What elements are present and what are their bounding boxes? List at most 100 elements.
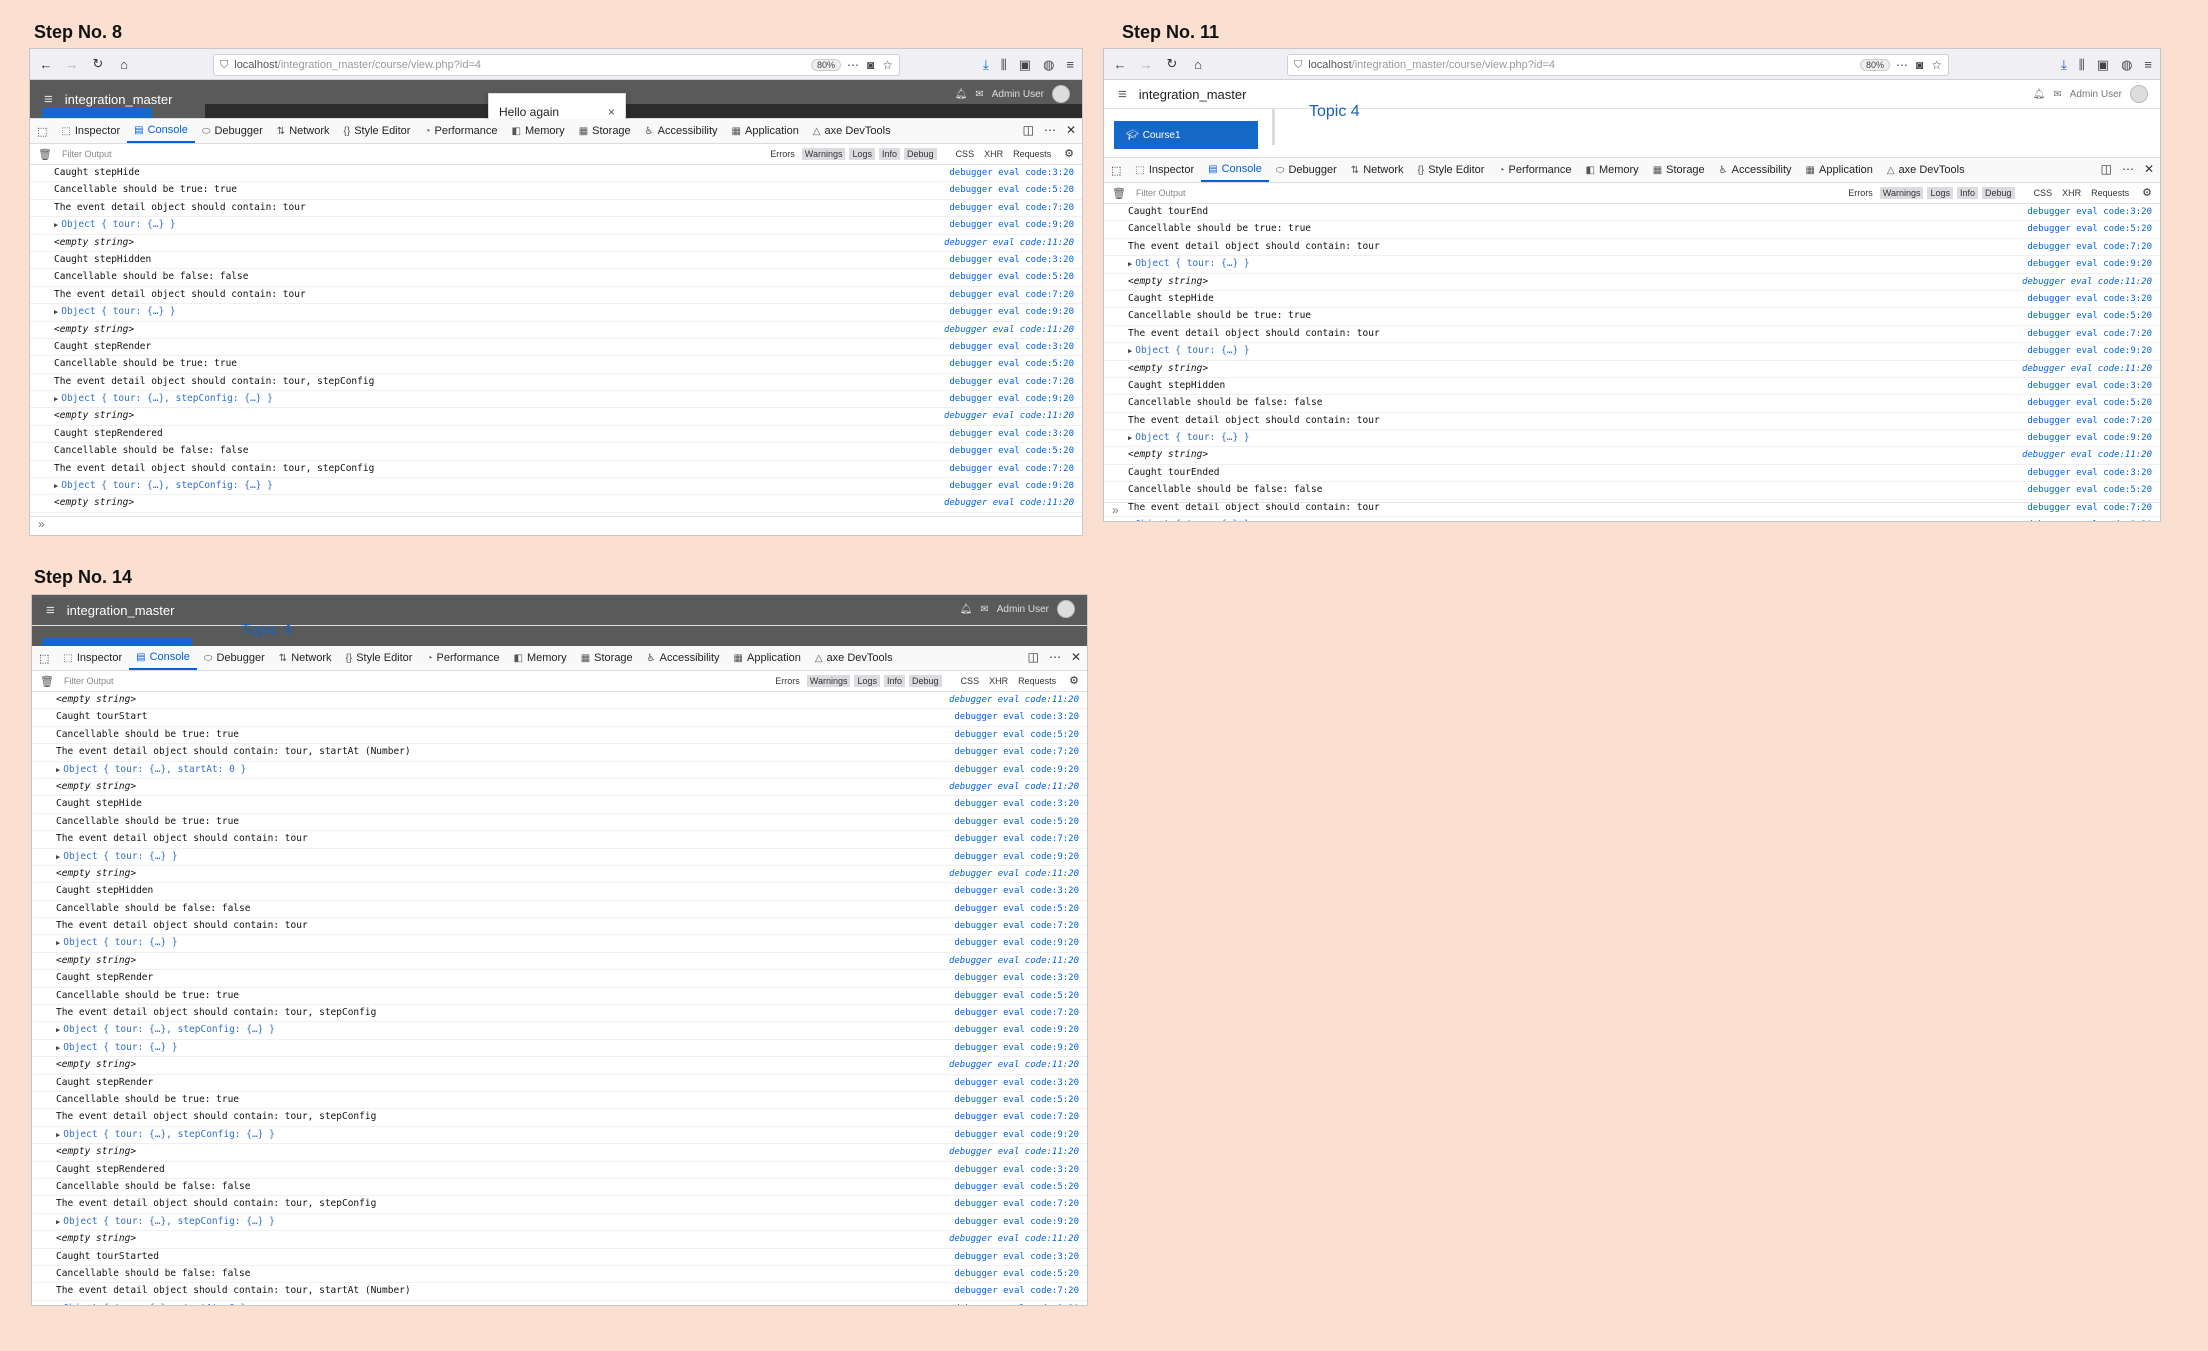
- source-link[interactable]: debugger eval code:9:20: [954, 1214, 1079, 1230]
- source-link[interactable]: debugger eval code:3:20: [954, 883, 1079, 899]
- dock-icon[interactable]: ◫: [1028, 650, 1039, 664]
- source-link[interactable]: debugger eval code:3:20: [954, 970, 1079, 986]
- source-link[interactable]: debugger eval code:9:20: [2027, 430, 2152, 446]
- source-link[interactable]: debugger eval code:3:20: [954, 1249, 1079, 1265]
- download-icon[interactable]: ⤓: [983, 57, 989, 73]
- source-link[interactable]: debugger eval code:11:20: [2022, 274, 2152, 290]
- source-link[interactable]: debugger eval code:9:20: [954, 1022, 1079, 1038]
- menu-icon[interactable]: ≡: [2144, 57, 2152, 73]
- more-options-icon[interactable]: ⋯: [1044, 123, 1056, 137]
- expand-triangle-icon[interactable]: ▶: [1128, 347, 1132, 355]
- console-prompt[interactable]: »: [1104, 502, 2160, 521]
- expand-triangle-icon[interactable]: ▶: [54, 308, 58, 316]
- reload-icon[interactable]: ↻: [88, 54, 108, 74]
- source-link[interactable]: debugger eval code:5:20: [954, 1092, 1079, 1108]
- console-prompt[interactable]: »: [30, 516, 1082, 535]
- back-icon[interactable]: ←: [1110, 54, 1130, 74]
- filter-warnings[interactable]: Warnings: [1879, 186, 1924, 199]
- source-link[interactable]: debugger eval code:7:20: [2027, 326, 2152, 342]
- source-link[interactable]: debugger eval code:9:20: [954, 1040, 1079, 1056]
- filter-info[interactable]: Info: [879, 147, 901, 160]
- console-row[interactable]: ▶ Object { tour: {…}, stepConfig: {…} } de…: [32, 1214, 1087, 1232]
- source-link[interactable]: debugger eval code:7:20: [954, 1196, 1079, 1212]
- close-devtools-icon[interactable]: ✕: [1066, 123, 1076, 137]
- site-name[interactable]: integration_master: [1139, 87, 1247, 102]
- console-row[interactable]: ▶Object { tour: {…} } debugger eval code:…: [1104, 430, 2160, 448]
- source-link[interactable]: debugger eval code:9:20: [954, 935, 1079, 951]
- reload-icon[interactable]: ↻: [1162, 54, 1182, 74]
- settings-gear-icon[interactable]: ⚙: [1069, 674, 1079, 687]
- source-link[interactable]: debugger eval code:3:20: [2027, 378, 2152, 394]
- tab-console[interactable]: ▤ Console: [1201, 158, 1269, 182]
- console-row[interactable]: ▶Object { tour: {…} } debugger eval code:…: [30, 304, 1082, 322]
- source-link[interactable]: debugger eval code:5:20: [954, 814, 1079, 830]
- console-row[interactable]: ▶Object { tour: {…}, startAt: 0 } debugge…: [32, 1301, 1087, 1305]
- source-link[interactable]: debugger eval code:9:20: [954, 1301, 1079, 1305]
- tab-application[interactable]: ▦ Application: [727, 646, 808, 670]
- filter-errors[interactable]: Errors: [1845, 187, 1876, 199]
- source-link[interactable]: debugger eval code:5:20: [949, 443, 1074, 459]
- source-link[interactable]: debugger eval code:5:20: [954, 901, 1079, 917]
- source-link[interactable]: debugger eval code:3:20: [2027, 291, 2152, 307]
- source-link[interactable]: debugger eval code:7:20: [954, 1005, 1079, 1021]
- source-link[interactable]: debugger eval code:11:20: [2022, 447, 2152, 463]
- source-link[interactable]: debugger eval code:9:20: [2027, 343, 2152, 359]
- trash-icon[interactable]: 🗑︎: [38, 148, 52, 161]
- source-link[interactable]: debugger eval code:9:20: [954, 762, 1079, 778]
- console-row[interactable]: ▶Object { tour: {…} } debugger eval code:…: [32, 849, 1087, 866]
- expand-triangle-icon[interactable]: ▶: [56, 1044, 60, 1052]
- source-link[interactable]: debugger eval code:7:20: [954, 1283, 1079, 1299]
- settings-gear-icon[interactable]: ⚙: [2142, 186, 2152, 199]
- expand-triangle-icon[interactable]: ▶: [56, 1218, 60, 1226]
- site-name[interactable]: integration_master: [65, 92, 173, 107]
- console-row[interactable]: ▶ Object { tour: {…}, stepConfig: {…} } de…: [32, 1127, 1087, 1145]
- source-link[interactable]: debugger eval code:7:20: [949, 461, 1074, 477]
- user-name[interactable]: Admin User: [997, 604, 1049, 615]
- source-link[interactable]: debugger eval code:5:20: [949, 356, 1074, 372]
- tab-accessibility[interactable]: ♿︎ Accessibility: [1712, 158, 1799, 182]
- expand-triangle-icon[interactable]: ▶: [1128, 260, 1132, 268]
- close-devtools-icon[interactable]: ✕: [1071, 650, 1081, 664]
- filter-css[interactable]: CSS: [958, 675, 983, 687]
- bell-icon[interactable]: 🔔︎: [960, 604, 973, 615]
- sidebar-item-course1[interactable]: 🎓︎ Course1: [1114, 121, 1258, 149]
- source-link[interactable]: debugger eval code:9:20: [2027, 256, 2152, 272]
- home-icon[interactable]: ⌂: [1188, 54, 1208, 74]
- console-row[interactable]: ▶Object { tour: {…}, startAt: 0 } debugge…: [32, 762, 1087, 779]
- expand-triangle-icon[interactable]: ▶: [56, 853, 60, 861]
- bookmark-star-icon[interactable]: ☆: [882, 58, 893, 72]
- dock-icon[interactable]: ◫: [2101, 162, 2112, 176]
- console-row[interactable]: ▶Object { tour: {…} } debugger eval code:…: [1104, 256, 2160, 274]
- trash-icon[interactable]: 🗑︎: [40, 675, 54, 688]
- source-link[interactable]: debugger eval code:7:20: [954, 744, 1079, 760]
- source-link[interactable]: debugger eval code:5:20: [954, 1266, 1079, 1282]
- filter-debug[interactable]: Debug: [1982, 186, 2015, 199]
- expand-triangle-icon[interactable]: ▶: [56, 766, 60, 774]
- tab-debugger[interactable]: ⬭ Debugger: [195, 119, 270, 143]
- tab-console[interactable]: ▤ Console: [129, 646, 197, 670]
- tab-network[interactable]: ⇅ Network: [272, 646, 339, 670]
- tab-application[interactable]: ▦ Application: [1799, 158, 1880, 182]
- avatar[interactable]: [1057, 600, 1075, 618]
- source-link[interactable]: debugger eval code:5:20: [2027, 482, 2152, 498]
- source-link[interactable]: debugger eval code:9:20: [949, 478, 1074, 494]
- close-icon[interactable]: ×: [608, 105, 615, 119]
- url-bar[interactable]: ⛉ localhost/integration_master/course/vi…: [213, 54, 900, 76]
- library-icon[interactable]: ⫼: [1001, 57, 1007, 73]
- source-link[interactable]: debugger eval code:7:20: [954, 918, 1079, 934]
- element-picker-icon[interactable]: ⬚: [30, 119, 54, 143]
- expand-triangle-icon[interactable]: ▶: [1128, 434, 1132, 442]
- console-row[interactable]: ▶ Object { tour: {…}, stepConfig: {…} } de…: [32, 1022, 1087, 1040]
- source-link[interactable]: debugger eval code:5:20: [2027, 221, 2152, 237]
- library-icon[interactable]: ⫼: [2079, 57, 2085, 73]
- source-link[interactable]: debugger eval code:5:20: [954, 1179, 1079, 1195]
- filter-css[interactable]: CSS: [953, 148, 978, 160]
- more-icon[interactable]: ⋯: [1896, 58, 1908, 72]
- user-name[interactable]: Admin User: [2070, 89, 2122, 100]
- tab-style-editor[interactable]: {} Style Editor: [339, 646, 420, 670]
- source-link[interactable]: debugger eval code:11:20: [949, 1144, 1079, 1160]
- filter-css[interactable]: CSS: [2031, 187, 2056, 199]
- nav-drawer-icon[interactable]: ≡: [44, 91, 53, 108]
- tab-console[interactable]: ▤ Console: [127, 119, 195, 143]
- filter-errors[interactable]: Errors: [767, 148, 798, 160]
